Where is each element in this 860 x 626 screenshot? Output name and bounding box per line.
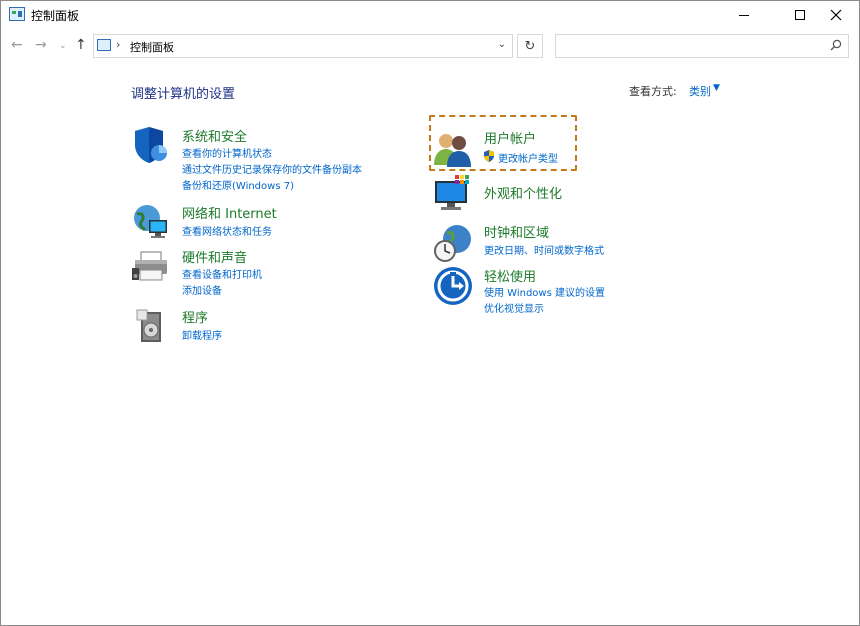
link-network-status[interactable]: 查看网络状态和任务 [182, 223, 272, 238]
category-appearance: 外观和个性化 [433, 173, 633, 217]
category-system-security: 系统和安全 查看你的计算机状态 通过文件历史记录保存你的文件备份副本 备份和还原… [131, 125, 411, 195]
network-globe-icon[interactable] [131, 202, 171, 242]
category-ease-of-access: 轻松使用 使用 Windows 建议的设置 优化视觉显示 [433, 266, 673, 318]
link-change-date-time-format[interactable]: 更改日期、时间或数字格式 [484, 242, 604, 257]
link-file-history[interactable]: 通过文件历史记录保存你的文件备份副本 [182, 161, 362, 176]
uac-shield-icon [484, 150, 494, 162]
link-backup-restore[interactable]: 备份和还原(Windows 7) [182, 177, 294, 192]
link-optimize-visual-display[interactable]: 优化视觉显示 [484, 300, 544, 315]
category-title[interactable]: 用户帐户 [484, 128, 536, 147]
programs-icon[interactable] [131, 306, 171, 346]
link-windows-recommended-settings[interactable]: 使用 Windows 建议的设置 [484, 284, 605, 299]
breadcrumb-separator-icon[interactable]: › [116, 38, 120, 51]
search-input[interactable] [555, 34, 849, 58]
ease-of-access-icon[interactable] [433, 266, 473, 306]
title-bar: 控制面板 [1, 1, 859, 29]
category-title[interactable]: 硬件和声音 [182, 247, 247, 266]
control-panel-icon [9, 7, 25, 21]
users-icon[interactable] [433, 129, 473, 169]
view-by-dropdown[interactable]: 类别 [689, 83, 711, 99]
category-programs: 程序 卸载程序 [131, 306, 411, 346]
link-change-account-type[interactable]: 更改帐户类型 [498, 150, 558, 165]
printer-icon[interactable] [131, 246, 171, 286]
category-title[interactable]: 外观和个性化 [484, 183, 562, 202]
monitor-palette-icon[interactable] [433, 173, 473, 213]
category-user-accounts: 用户帐户 更改帐户类型 [433, 129, 633, 169]
forward-button[interactable]: → [35, 37, 47, 53]
refresh-icon: ↻ [524, 38, 536, 54]
close-icon [830, 9, 842, 21]
category-title[interactable]: 网络和 Internet [182, 203, 277, 222]
category-title[interactable]: 程序 [182, 307, 208, 326]
link-devices-printers[interactable]: 查看设备和打印机 [182, 266, 262, 281]
maximize-icon [795, 10, 805, 20]
window-title: 控制面板 [31, 9, 80, 23]
search-icon[interactable] [830, 39, 842, 51]
address-dropdown-icon[interactable]: ⌄ [498, 39, 506, 50]
up-button[interactable]: ↑ [75, 37, 87, 53]
refresh-button[interactable]: ↻ [517, 34, 543, 58]
control-panel-icon [97, 39, 111, 51]
page-title: 调整计算机的设置 [131, 87, 236, 102]
shield-icon[interactable] [131, 125, 171, 165]
control-panel-window: 控制面板 ← → ⌄ ↑ › 控制面板 ⌄ ↻ 调整计算机的设置 查看方式: 类… [0, 0, 860, 626]
minimize-icon [739, 14, 749, 16]
view-by-caret-icon[interactable]: ▼ [713, 83, 720, 93]
link-add-device[interactable]: 添加设备 [182, 282, 222, 297]
recent-locations-button[interactable]: ⌄ [59, 41, 67, 51]
clock-globe-icon[interactable] [433, 223, 473, 263]
view-by-label: 查看方式: [629, 85, 677, 98]
category-title[interactable]: 时钟和区域 [484, 222, 549, 241]
close-button[interactable] [813, 1, 859, 29]
category-hardware-sound: 硬件和声音 查看设备和打印机 添加设备 [131, 246, 411, 298]
navigation-bar: ← → ⌄ ↑ › 控制面板 ⌄ ↻ [1, 29, 859, 63]
link-view-computer-status[interactable]: 查看你的计算机状态 [182, 145, 272, 160]
minimize-button[interactable] [721, 1, 767, 29]
link-uninstall-program[interactable]: 卸载程序 [182, 327, 222, 342]
address-bar[interactable]: › 控制面板 ⌄ [93, 34, 513, 58]
category-network-internet: 网络和 Internet 查看网络状态和任务 [131, 202, 411, 242]
back-button[interactable]: ← [11, 37, 23, 53]
breadcrumb-control-panel[interactable]: 控制面板 [130, 39, 174, 55]
category-title[interactable]: 轻松使用 [484, 266, 536, 285]
category-title[interactable]: 系统和安全 [182, 126, 247, 145]
category-clock-region: 时钟和区域 更改日期、时间或数字格式 [433, 223, 673, 267]
